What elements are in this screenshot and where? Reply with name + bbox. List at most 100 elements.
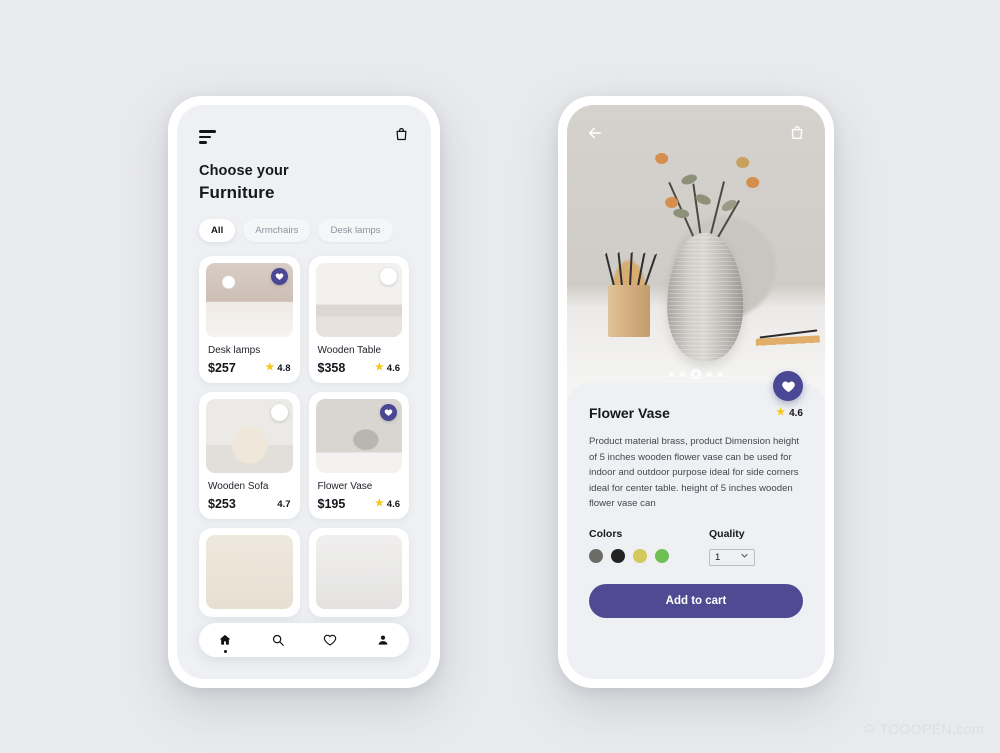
colors-option: Colors	[589, 528, 669, 566]
product-image	[206, 263, 293, 337]
product-rating: ★ 4.6	[776, 408, 803, 419]
rating-value: 4.8	[277, 362, 291, 374]
list-header	[177, 105, 431, 147]
nav-item-home[interactable]	[218, 633, 232, 653]
carousel-dot-active[interactable]	[691, 369, 701, 379]
favorite-heart-icon[interactable]	[380, 268, 397, 285]
product-rating: ★ 4.6	[375, 363, 400, 374]
product-options: Colors Quality 1	[589, 528, 803, 566]
product-price: $358	[317, 361, 346, 375]
rating-value: 4.6	[386, 362, 400, 374]
product-meta: $257 ★ 4.8	[208, 361, 291, 375]
bottom-navigation-bar	[199, 623, 409, 657]
shopping-bag-icon[interactable]	[394, 127, 409, 147]
app-mockup-stage: Choose your Furniture All Armchairs Desk…	[0, 0, 1000, 753]
product-image	[315, 263, 402, 337]
star-icon: ★	[776, 407, 786, 418]
product-name: Desk lamps	[208, 345, 261, 356]
star-icon: ★	[374, 498, 384, 509]
favorite-heart-icon[interactable]	[270, 404, 288, 421]
active-indicator-dot	[223, 650, 227, 653]
colors-label: Colors	[589, 527, 623, 540]
product-name: Wooden Table	[317, 345, 382, 356]
product-name: Flower Vase	[317, 481, 373, 492]
nav-item-favorites[interactable]	[323, 633, 337, 647]
notebook-graphic	[755, 335, 821, 352]
product-detail-screen: Flower Vase ★ 4.6 Product material brass…	[567, 105, 825, 679]
product-card[interactable]: Flower Vase $195 ★ 4.6	[308, 392, 409, 519]
carousel-dots	[669, 369, 723, 379]
carousel-dot[interactable]	[718, 371, 723, 377]
nav-item-search[interactable]	[271, 633, 285, 647]
product-rating: ★ 4.8	[265, 363, 290, 374]
product-image	[315, 399, 402, 473]
product-rating: ★ 4.6	[375, 499, 400, 510]
shopping-bag-icon[interactable]	[789, 125, 805, 141]
rating-value: 4.7	[277, 498, 291, 510]
product-hero-image	[567, 105, 825, 395]
quality-label: Quality	[709, 527, 745, 540]
rating-value: 4.6	[386, 498, 400, 510]
filter-pill-all[interactable]: All	[199, 219, 236, 242]
rating-value: 4.6	[789, 407, 803, 419]
phone-left: Choose your Furniture All Armchairs Desk…	[168, 96, 440, 688]
nav-item-profile[interactable]	[376, 633, 390, 647]
favorite-heart-icon[interactable]	[380, 404, 397, 421]
product-card[interactable]: Wooden Sofa $253 4.7	[199, 392, 300, 519]
title-line-1: Choose your	[199, 163, 289, 179]
product-card[interactable]	[308, 528, 409, 617]
product-meta: $253 4.7	[208, 497, 291, 511]
quality-value: 1	[715, 551, 721, 563]
filter-pill-group: All Armchairs Desk lamps	[177, 203, 431, 242]
product-meta: $195 ★ 4.6	[318, 497, 401, 511]
chevron-down-icon	[740, 551, 749, 563]
pencils-graphic	[604, 250, 657, 287]
watermark-logo-icon	[863, 721, 876, 737]
star-icon: ★	[265, 362, 275, 373]
product-price: $253	[208, 497, 236, 511]
title-line-2: Furniture	[199, 183, 275, 202]
quality-option: Quality 1	[709, 528, 755, 566]
product-name: Wooden Sofa	[208, 481, 269, 492]
hamburger-menu-icon[interactable]	[199, 130, 216, 144]
back-arrow-icon[interactable]	[587, 125, 603, 141]
product-image	[315, 535, 402, 609]
product-card[interactable]: Desk lamps $257 ★ 4.8	[199, 256, 300, 383]
hero-photo	[567, 105, 825, 395]
pencil-holder-graphic	[608, 284, 651, 337]
product-price: $195	[317, 497, 346, 511]
product-list-screen: Choose your Furniture All Armchairs Desk…	[177, 105, 431, 679]
page-title: Choose your Furniture	[177, 147, 431, 203]
color-swatch-group	[589, 548, 669, 563]
favorite-fab-heart-icon[interactable]	[773, 371, 803, 401]
detail-title-row: Flower Vase ★ 4.6	[589, 405, 803, 421]
phone-right: Flower Vase ★ 4.6 Product material brass…	[558, 96, 834, 688]
product-image	[206, 535, 293, 609]
product-description: Product material brass, product Dimensio…	[589, 436, 800, 510]
add-to-cart-button[interactable]: Add to cart	[589, 583, 803, 618]
filter-pill-desk-lamps[interactable]: Desk lamps	[318, 219, 393, 242]
carousel-dot[interactable]	[680, 371, 685, 377]
product-image	[206, 399, 293, 473]
quality-select[interactable]: 1	[709, 548, 755, 566]
product-detail-sheet: Flower Vase ★ 4.6 Product material brass…	[567, 383, 825, 679]
filter-pill-armchairs[interactable]: Armchairs	[243, 219, 311, 242]
color-swatch-gray[interactable]	[589, 548, 603, 563]
product-rating: 4.7	[277, 499, 290, 510]
detail-header	[567, 105, 825, 141]
color-swatch-black[interactable]	[611, 548, 625, 563]
carousel-dot[interactable]	[707, 371, 712, 377]
favorite-heart-icon[interactable]	[270, 268, 288, 285]
watermark-text: TOOOPEN.com	[879, 721, 984, 737]
product-meta: $358 ★ 4.6	[318, 361, 401, 375]
color-swatch-yellow[interactable]	[633, 548, 647, 563]
color-swatch-green[interactable]	[655, 548, 669, 563]
product-card[interactable]: Wooden Table $358 ★ 4.6	[308, 256, 409, 383]
product-price: $257	[208, 361, 236, 375]
product-card[interactable]	[199, 528, 300, 617]
watermark: TOOOPEN.com	[863, 721, 985, 737]
product-grid: Desk lamps $257 ★ 4.8 Wooden Table $358 …	[177, 242, 431, 617]
star-icon: ★	[374, 362, 384, 373]
carousel-dot[interactable]	[669, 371, 674, 377]
product-title: Flower Vase	[589, 405, 670, 421]
